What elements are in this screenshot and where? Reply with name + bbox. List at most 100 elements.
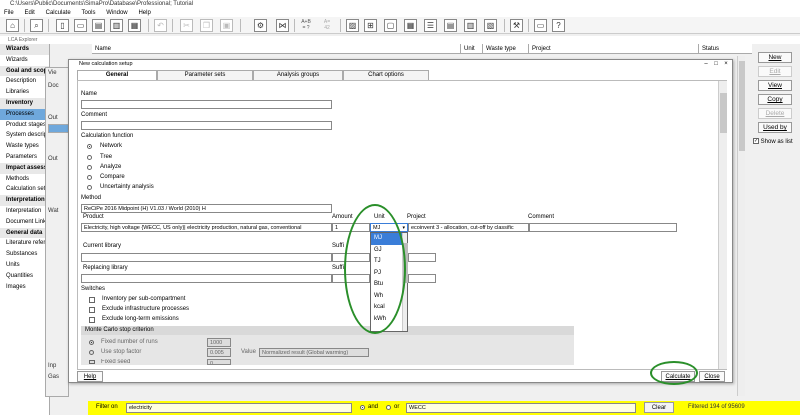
radio-network[interactable]	[87, 144, 92, 149]
new-button[interactable]: New	[758, 52, 792, 63]
main-list-scrollbar[interactable]	[737, 56, 745, 396]
replacing-library-input[interactable]	[81, 274, 332, 283]
radio-uncertainty[interactable]	[87, 185, 92, 190]
close-icon[interactable]: ×	[722, 61, 730, 68]
print-preview-icon[interactable]: ▦	[128, 19, 141, 32]
switch-longterm-checkbox[interactable]	[89, 317, 95, 323]
current-suffix-input[interactable]	[332, 253, 370, 262]
product-comment-input[interactable]	[529, 223, 677, 232]
dialog-scrollbar[interactable]	[718, 81, 727, 369]
chart-icon[interactable]: ▨	[346, 19, 359, 32]
sidebar-item[interactable]: Substances	[0, 249, 49, 260]
show-as-list[interactable]: ✓ Show as list	[752, 138, 800, 147]
sidebar-item[interactable]: Document Link	[0, 217, 49, 228]
network-icon[interactable]: ⋈	[276, 19, 289, 32]
radio-tree[interactable]	[87, 155, 92, 160]
list-icon[interactable]: ☰	[424, 19, 437, 32]
home-icon[interactable]: ⌂	[6, 19, 19, 32]
column-status[interactable]: Status	[698, 44, 752, 54]
filter-input-2[interactable]: WECC	[406, 403, 636, 413]
tab-parameter-sets[interactable]: Parameter sets	[157, 70, 253, 80]
switch-infrastructure-checkbox[interactable]	[89, 307, 95, 313]
tab-analysis-groups[interactable]: Analysis groups	[253, 70, 343, 80]
current-library-extra-input[interactable]	[408, 253, 436, 262]
sidebar-item[interactable]: Product stages	[0, 120, 49, 131]
delete-button[interactable]: Delete	[758, 108, 792, 119]
export-icon[interactable]: ▧	[484, 19, 497, 32]
project-input[interactable]: ecoinvent 3 - allocation, cut-off by cla…	[408, 223, 529, 232]
menu-help[interactable]: Help	[138, 10, 150, 16]
used-by-button[interactable]: Used by	[758, 122, 792, 133]
chevron-down-icon[interactable]: ▾	[402, 224, 405, 231]
sidebar-item[interactable]: Calculation set	[0, 184, 49, 195]
print-icon[interactable]: ▥	[110, 19, 123, 32]
value-input[interactable]: Normalized result (Global warming)	[259, 348, 369, 357]
edit-button[interactable]: Edit	[758, 66, 792, 77]
help-icon[interactable]: ?	[552, 19, 565, 32]
report-icon[interactable]: ▥	[464, 19, 477, 32]
show-as-list-checkbox[interactable]: ✓	[753, 138, 759, 145]
sidebar-item[interactable]: System descrip	[0, 130, 49, 141]
sidebar-item[interactable]: Interpretation	[0, 206, 49, 217]
sidebar-item[interactable]: Description	[0, 76, 49, 87]
process-icon[interactable]: ⚙	[254, 19, 267, 32]
sidebar-item[interactable]: Literature refer	[0, 238, 49, 249]
calculate-button[interactable]: Calculate	[661, 371, 695, 382]
analyze-icon[interactable]: A= 42	[320, 19, 334, 32]
close-button[interactable]: Close	[699, 371, 725, 382]
grid-icon[interactable]: ▦	[404, 19, 417, 32]
column-waste-type[interactable]: Waste type	[482, 44, 528, 54]
paste-icon[interactable]: ▣	[220, 19, 233, 32]
radio-and[interactable]	[360, 405, 365, 410]
view-icon[interactable]: ▢	[384, 19, 397, 32]
tree-icon[interactable]: ⊞	[364, 19, 377, 32]
sidebar-item[interactable]: Libraries	[0, 87, 49, 98]
radio-compare[interactable]	[87, 175, 92, 180]
copy-icon[interactable]: ❐	[200, 19, 213, 32]
sidebar-item[interactable]: Images	[0, 282, 49, 293]
cut-icon[interactable]: ✂	[180, 19, 193, 32]
replacing-library-extra-input[interactable]	[408, 274, 436, 283]
seed-checkbox[interactable]	[89, 360, 95, 364]
method-input[interactable]: ReCiPe 2016 Midpoint (H) V1.03 / World (…	[81, 204, 332, 213]
maximize-icon[interactable]: □	[712, 61, 720, 68]
sidebar-item[interactable]: Waste types	[0, 141, 49, 152]
radio-stop-factor[interactable]	[89, 350, 94, 355]
menu-tools[interactable]: Tools	[81, 10, 95, 16]
save-icon[interactable]: ▤	[92, 19, 105, 32]
radio-or[interactable]	[386, 405, 391, 410]
bg-doc-tab[interactable]: Doc	[48, 83, 59, 89]
open-icon[interactable]: ▭	[74, 19, 87, 32]
name-input[interactable]	[81, 100, 332, 109]
view-button[interactable]: View	[758, 80, 792, 91]
column-project[interactable]: Project	[528, 44, 698, 54]
help-button[interactable]: Help	[77, 371, 103, 382]
tools-icon[interactable]: ⚒	[510, 19, 523, 32]
clear-button[interactable]: Clear	[644, 402, 674, 413]
sidebar-item[interactable]: Processes	[0, 108, 49, 120]
tab-general[interactable]: General	[77, 70, 157, 80]
seed-input[interactable]: 0	[207, 359, 231, 365]
fixed-runs-input[interactable]: 1000	[207, 338, 231, 347]
amount-input[interactable]: 1	[332, 223, 370, 232]
scrollbar-thumb[interactable]	[720, 93, 727, 133]
menu-calculate[interactable]: Calculate	[46, 10, 71, 16]
main-scroll-thumb[interactable]	[739, 61, 745, 151]
radio-fixed-runs[interactable]	[89, 340, 94, 345]
unit-dropdown-scroll-thumb[interactable]	[403, 243, 408, 283]
sidebar-item[interactable]: Units	[0, 260, 49, 271]
switch-inventory-checkbox[interactable]	[89, 297, 95, 303]
window-icon[interactable]: ▭	[534, 19, 547, 32]
menu-file[interactable]: File	[4, 10, 14, 16]
new-document-icon[interactable]: ▯	[56, 19, 69, 32]
undo-icon[interactable]: ↶	[154, 19, 167, 32]
ab-compare-icon[interactable]: A+B = ?	[298, 19, 314, 32]
stop-factor-input[interactable]: 0.005	[207, 348, 231, 357]
unit-dropdown-scrollbar[interactable]	[402, 233, 408, 331]
sidebar-item[interactable]: Methods	[0, 174, 49, 185]
column-name[interactable]: Name	[92, 44, 460, 54]
comment-input[interactable]	[81, 121, 332, 130]
sidebar-item[interactable]: Parameters	[0, 152, 49, 163]
unit-select[interactable]: MJ ▾	[370, 223, 408, 232]
menu-window[interactable]: Window	[106, 10, 127, 16]
